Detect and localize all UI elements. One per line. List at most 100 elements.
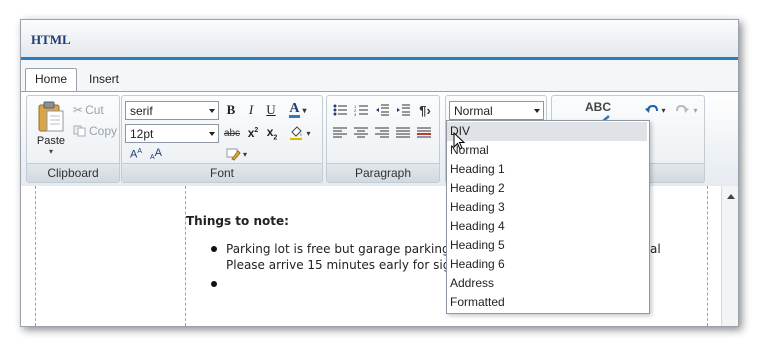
chevron-down-icon: ▾ xyxy=(693,105,698,115)
dropdown-option-heading-1[interactable]: Heading 1 xyxy=(447,160,647,179)
dropdown-option-div[interactable]: DIV xyxy=(447,122,647,141)
undo-button[interactable]: ▾ xyxy=(642,101,668,119)
svg-text:3: 3 xyxy=(354,112,357,116)
pilcrow-icon: ¶› xyxy=(419,102,431,118)
font-group-label: Font xyxy=(122,163,322,182)
highlight-color-button[interactable]: ▾ xyxy=(287,124,313,142)
clear-formatting-button[interactable]: ▾ xyxy=(222,145,250,163)
chevron-down-icon: ▾ xyxy=(306,128,311,138)
paragraph-style-value: Normal xyxy=(454,104,493,118)
align-left-button[interactable] xyxy=(331,124,349,142)
list-item: Please arrive 15 minutes early for sign xyxy=(226,258,458,272)
align-left-icon xyxy=(333,127,347,138)
strikethrough-button[interactable]: abc xyxy=(222,124,242,142)
dropdown-option-formatted[interactable]: Formatted xyxy=(447,293,647,312)
window-title: HTML xyxy=(31,32,71,47)
list-item-clipped-text: al xyxy=(650,242,661,256)
ribbon-tabs: Home Insert xyxy=(21,60,738,92)
horizontal-rule-button[interactable] xyxy=(415,124,433,142)
font-color-icon: A xyxy=(289,101,300,118)
dropdown-option-heading-2[interactable]: Heading 2 xyxy=(447,179,647,198)
strikethrough-icon: abc xyxy=(223,127,241,139)
numbered-list-icon: 123 xyxy=(354,104,368,116)
outdent-icon xyxy=(376,104,389,116)
tab-home[interactable]: Home xyxy=(25,68,78,91)
bullet-dot xyxy=(211,246,217,252)
paragraph-style-dropdown: DIV Normal Heading 1 Heading 2 Heading 3… xyxy=(446,120,650,314)
copy-icon xyxy=(73,125,86,137)
outdent-button[interactable] xyxy=(373,101,391,119)
indent-button[interactable] xyxy=(394,101,412,119)
paste-button[interactable]: Paste ▾ xyxy=(30,98,72,158)
numbered-list-button[interactable]: 123 xyxy=(352,101,370,119)
mouse-pointer-icon xyxy=(453,132,466,150)
dropdown-option-heading-5[interactable]: Heading 5 xyxy=(447,236,647,255)
shrink-font-button[interactable]: AA xyxy=(147,146,165,162)
copy-label: Copy xyxy=(89,124,118,138)
paragraph-direction-button[interactable]: ¶› xyxy=(415,101,435,119)
bold-icon: B xyxy=(226,102,236,117)
justify-icon xyxy=(396,127,410,138)
subscript-icon: x2 xyxy=(266,124,278,142)
margin-guide-right xyxy=(707,186,708,326)
paste-icon xyxy=(38,101,64,131)
paste-label: Paste xyxy=(36,134,66,147)
cut-button[interactable]: ✂ Cut xyxy=(73,101,104,119)
dropdown-option-heading-6[interactable]: Heading 6 xyxy=(447,255,647,274)
redo-button[interactable]: ▾ xyxy=(674,101,700,119)
chevron-down-icon xyxy=(534,109,540,113)
grow-font-button[interactable]: AA xyxy=(127,146,145,162)
chevron-down-icon: ▾ xyxy=(242,149,247,159)
horizontal-rule-icon xyxy=(417,127,431,138)
superscript-button[interactable]: x2 xyxy=(245,124,261,142)
scissors-icon: ✂ xyxy=(73,103,84,117)
paragraph-style-select[interactable]: Normal xyxy=(449,101,544,120)
clipboard-group-label: Clipboard xyxy=(27,163,119,182)
chevron-down-icon xyxy=(209,132,215,136)
font-group: serif 12pt B I U A ▾ abc x2 x2 ▾ AA AA ▾… xyxy=(121,95,323,183)
dropdown-option-heading-4[interactable]: Heading 4 xyxy=(447,217,647,236)
grow-font-icon: AA xyxy=(129,147,142,161)
paragraph-group-label: Paragraph xyxy=(327,163,439,182)
dropdown-option-normal[interactable]: Normal xyxy=(447,141,647,160)
align-center-button[interactable] xyxy=(352,124,370,142)
align-center-icon xyxy=(354,127,368,138)
chevron-down-icon: ▾ xyxy=(48,146,53,156)
subscript-button[interactable]: x2 xyxy=(264,124,280,142)
spell-check-label: ABC xyxy=(585,100,611,114)
bullet-dot xyxy=(211,281,217,287)
bullet-list-button[interactable] xyxy=(331,101,349,119)
redo-icon xyxy=(676,104,690,113)
scroll-up-arrow-icon[interactable] xyxy=(727,194,735,199)
underline-icon: U xyxy=(266,102,276,117)
vertical-scrollbar[interactable] xyxy=(721,186,738,326)
italic-button[interactable]: I xyxy=(243,101,259,119)
font-size-value: 12pt xyxy=(130,127,154,141)
align-right-icon xyxy=(375,127,389,138)
tab-insert[interactable]: Insert xyxy=(79,68,129,91)
font-color-button[interactable]: A ▾ xyxy=(285,101,311,119)
underline-button[interactable]: U xyxy=(263,101,279,119)
paint-bucket-icon xyxy=(290,126,303,140)
font-family-value: serif xyxy=(130,104,153,118)
bullet-list-icon xyxy=(333,104,347,116)
indent-icon xyxy=(397,104,410,116)
italic-icon: I xyxy=(248,102,254,117)
align-right-button[interactable] xyxy=(373,124,391,142)
dropdown-option-address[interactable]: Address xyxy=(447,274,647,293)
font-family-select[interactable]: serif xyxy=(125,101,219,120)
bold-button[interactable]: B xyxy=(223,101,239,119)
copy-button[interactable]: Copy xyxy=(73,122,117,140)
dropdown-option-heading-3[interactable]: Heading 3 xyxy=(447,198,647,217)
paragraph-group: 123 ¶› Paragraph xyxy=(326,95,440,183)
chevron-down-icon xyxy=(209,109,215,113)
note-heading: Things to note: xyxy=(186,214,289,228)
chevron-down-icon: ▾ xyxy=(302,105,307,115)
font-size-select[interactable]: 12pt xyxy=(125,124,219,143)
list-item: Parking lot is free but garage parking i xyxy=(226,242,457,256)
margin-guide-inner xyxy=(185,186,186,326)
justify-button[interactable] xyxy=(394,124,412,142)
eraser-icon xyxy=(226,148,241,161)
cut-label: Cut xyxy=(85,103,104,117)
undo-icon xyxy=(645,104,659,113)
